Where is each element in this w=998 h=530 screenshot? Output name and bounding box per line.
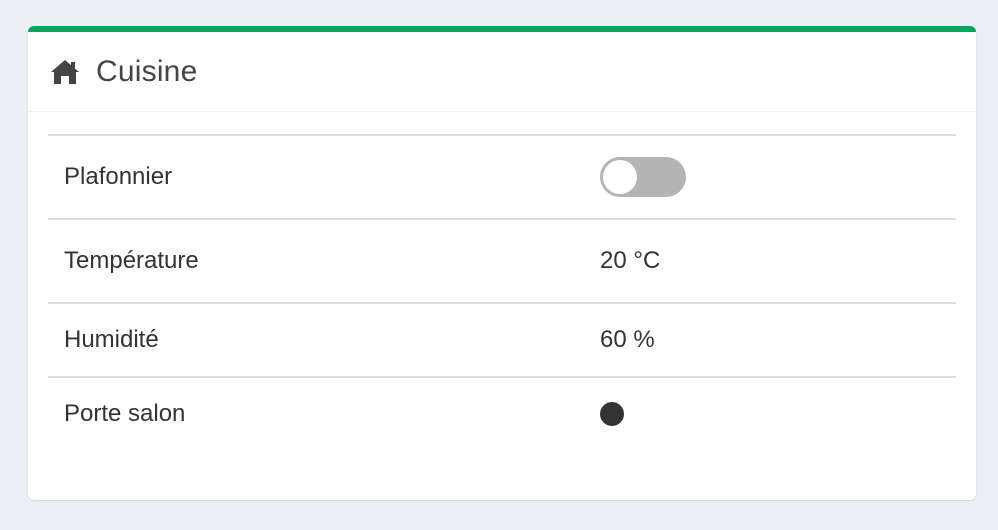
toggle-knob xyxy=(603,160,637,194)
device-label: Température xyxy=(64,247,199,274)
humidity-value: 60 % xyxy=(600,326,655,353)
device-label: Porte salon xyxy=(64,400,186,427)
device-row-porte-salon: Porte salon xyxy=(48,376,956,450)
home-icon xyxy=(50,57,80,87)
temperature-value: 20 °C xyxy=(600,247,661,274)
room-card: Cuisine Plafonnier Température 20 °C Hum… xyxy=(28,26,976,500)
card-header: Cuisine xyxy=(28,32,976,112)
device-table: Plafonnier Température 20 °C Humidité 60… xyxy=(48,134,956,450)
plafonnier-toggle[interactable] xyxy=(600,157,686,197)
device-row-humidite: Humidité 60 % xyxy=(48,302,956,376)
device-row-temperature: Température 20 °C xyxy=(48,218,956,302)
device-row-plafonnier: Plafonnier xyxy=(48,134,956,218)
device-label: Humidité xyxy=(64,326,159,353)
device-label: Plafonnier xyxy=(64,163,173,190)
status-dot-icon xyxy=(600,402,624,426)
card-title: Cuisine xyxy=(96,54,198,88)
